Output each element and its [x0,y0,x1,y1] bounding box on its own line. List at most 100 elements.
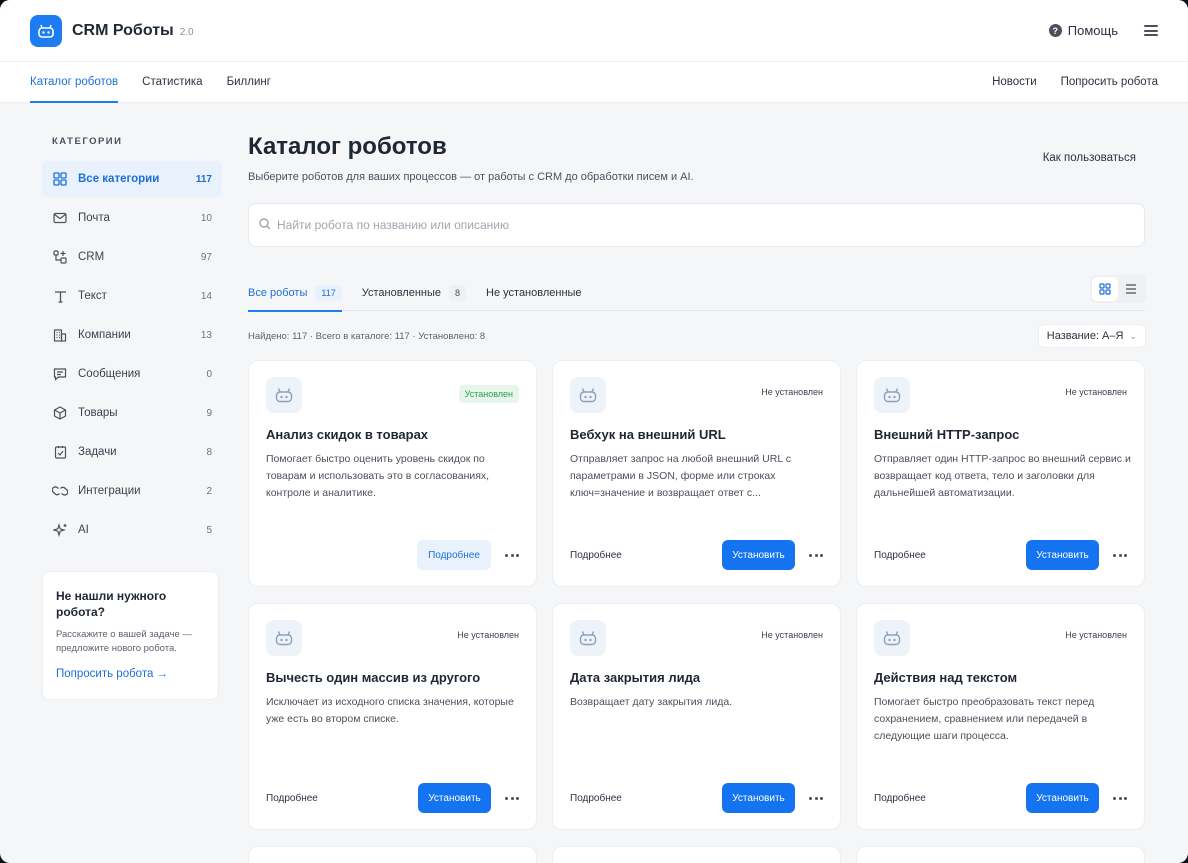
sidebar-item-label: Компании [78,329,131,341]
robot-card[interactable]: Не установлен Действия над текстом Помогае… [856,603,1145,830]
sidebar-item-text[interactable]: Текст 14 [42,278,222,314]
status-badge: Не установлен [1065,630,1127,640]
tab-label: Не установленные [486,287,582,299]
details-link[interactable]: Подробнее [874,793,926,804]
install-button[interactable]: Установить [722,540,795,570]
robot-card[interactable]: Не установлен Дата закрытия лида Возвращае… [552,603,841,830]
robot-logo-icon[interactable] [30,14,62,47]
sidebar-item-mail[interactable]: Почта 10 [42,200,222,236]
tab-count-badge: 8 [449,285,467,301]
nav-request-robot[interactable]: Попросить робота [1061,62,1158,103]
sidebar-item-label: Текст [78,290,107,302]
chevron-down-icon: ⌄ [1129,330,1137,341]
robot-card[interactable]: Не установлен Внешний HTTP-запрос Отправля… [856,360,1145,587]
more-options-icon[interactable] [505,553,519,557]
sidebar-item-count: 0 [206,368,212,380]
sidebar-item-companies[interactable]: Компании 13 [42,317,222,353]
robot-description: Помогает быстро оценить уровень скидок п… [266,453,490,499]
category-sidebar: КАТЕГОРИИ Все категории 117 Почта 10 CRM… [42,130,222,551]
sidebar-item-tasks[interactable]: Задачи 8 [42,434,222,470]
sidebar-item-label: Сообщения [78,368,141,380]
tab-all-robots[interactable]: Все роботы 117 [248,275,342,312]
details-button[interactable]: Подробнее [417,540,491,570]
more-options-icon[interactable] [809,553,823,557]
help-button[interactable]: ? Помощь [1048,23,1118,38]
search-box[interactable] [248,203,1145,247]
sidebar-item-count: 8 [206,446,212,458]
hamburger-menu-icon[interactable] [1144,25,1158,36]
sidebar-item-count: 10 [200,212,212,224]
robot-description: Помогает быстро преобразовать текст пере… [874,696,1095,742]
robot-title: Внешний HTTP-запрос [874,427,1020,442]
tab-count-badge: 117 [315,285,342,301]
robot-card-partial[interactable] [856,846,1145,863]
search-icon [259,217,271,233]
sidebar-item-label: Товары [78,407,118,419]
tab-label: Установленные [361,287,442,299]
more-options-icon[interactable] [1113,796,1127,800]
more-options-icon[interactable] [1113,553,1127,557]
robot-card-partial[interactable] [248,846,537,863]
sidebar-item-integrations[interactable]: Интеграции 2 [42,473,222,509]
robot-card[interactable]: Не установлен Вебхук на внешний URL Отправ… [552,360,841,587]
nav-billing[interactable]: Биллинг [227,62,271,103]
categories-heading: КАТЕГОРИИ [52,136,123,147]
robot-icon [570,620,606,656]
robot-description: Отправляет запрос на любой внешний URL с… [570,453,791,499]
install-button[interactable]: Установить [418,783,491,813]
page-title: Каталог роботов [248,133,447,160]
search-input[interactable] [277,218,1077,232]
request-robot-link[interactable]: Попросить робота → [56,668,168,680]
crm-icon [52,249,68,265]
more-options-icon[interactable] [505,796,519,800]
how-to-use-link[interactable]: Как пользоваться [1043,152,1136,164]
sidebar-item-ai[interactable]: AI 5 [42,512,222,548]
robot-description: Исключает из исходного списка значения, … [266,696,514,725]
details-link[interactable]: Подробнее [570,793,622,804]
tab-not-installed[interactable]: Не установленные [486,275,582,311]
nav-catalog[interactable]: Каталог роботов [30,62,119,103]
help-label: Помощь [1067,23,1118,38]
sidebar-item-count: 13 [200,329,212,341]
install-button[interactable]: Установить [1026,783,1099,813]
building-icon [52,327,68,343]
card-footer: Подробнее Установить [570,540,823,570]
request-card-title: Не нашли нужного робота? [56,589,167,619]
sidebar-item-count: 5 [206,524,212,536]
status-badge: Установлен [458,385,519,403]
details-link[interactable]: Подробнее [570,550,622,561]
view-toggle [1090,275,1146,303]
robot-card[interactable]: Не установлен Вычесть один массив из друг… [248,603,537,830]
sparkle-icon [52,522,68,538]
sidebar-item-label: Почта [78,212,110,224]
details-link[interactable]: Подробнее [874,550,926,561]
sidebar-item-label: Задачи [78,446,117,458]
robot-card-partial[interactable] [552,846,841,863]
list-view-icon[interactable] [1118,277,1144,301]
robot-card[interactable]: Установлен Анализ скидок в товарах Помогае… [248,360,537,587]
robot-title: Анализ скидок в товарах [266,427,429,442]
details-link[interactable]: Подробнее [266,793,318,804]
card-footer: Подробнее Установить [570,783,823,813]
nav-statistics[interactable]: Статистика [142,62,202,103]
sidebar-item-products[interactable]: Товары 9 [42,395,222,431]
install-button[interactable]: Установить [722,783,795,813]
robot-title: Вычесть один массив из другого [266,670,481,685]
grid-view-icon[interactable] [1092,277,1118,301]
sidebar-item-count: 9 [206,407,212,419]
install-button[interactable]: Установить [1026,540,1099,570]
sidebar-item-crm[interactable]: CRM 97 [42,239,222,275]
more-options-icon[interactable] [809,796,823,800]
sidebar-item-messages[interactable]: Сообщения 0 [42,356,222,392]
sidebar-item-count: 14 [200,290,212,302]
sidebar-item-all[interactable]: Все категории 117 [42,161,222,197]
robot-icon [874,377,910,413]
nav-news[interactable]: Новости [992,62,1037,103]
grid-icon [52,171,68,187]
tab-installed[interactable]: Установленные 8 [361,275,467,311]
sidebar-item-count: 97 [200,251,212,263]
sidebar-item-count: 2 [206,485,212,497]
checklist-icon [52,444,68,460]
box-icon [52,405,68,421]
sort-select[interactable]: Название: А–Я ⌄ [1037,324,1146,348]
